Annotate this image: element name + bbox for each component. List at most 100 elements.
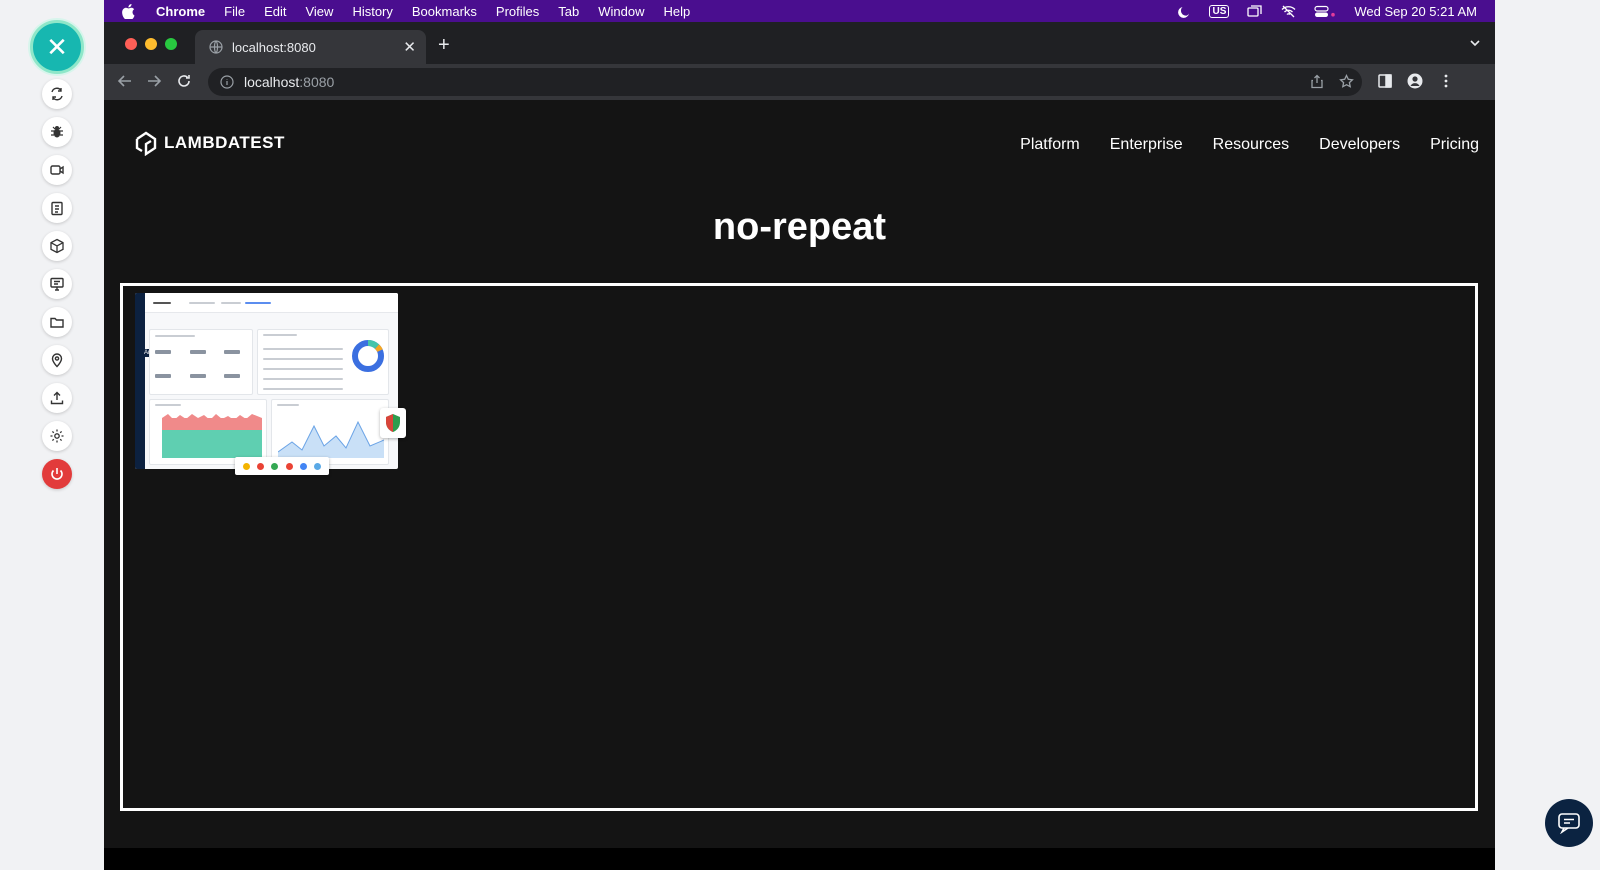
lambdatest-logo-icon	[135, 131, 157, 156]
control-center-icon[interactable]	[1314, 5, 1336, 18]
chat-widget-button[interactable]	[1545, 799, 1593, 847]
moon-icon[interactable]	[1178, 5, 1191, 18]
chevron-down-icon	[1470, 40, 1480, 47]
back-button[interactable]	[117, 73, 133, 94]
menu-app-name[interactable]: Chrome	[156, 4, 205, 19]
menubar-clock[interactable]: Wed Sep 20 5:21 AM	[1354, 4, 1477, 19]
bug-report-button[interactable]	[42, 117, 72, 147]
end-session-button[interactable]: ✕	[30, 20, 84, 74]
opera-browser-icon	[256, 462, 264, 470]
nav-platform[interactable]: Platform	[1020, 136, 1080, 154]
page-viewport: LAMBDATEST Platform Enterprise Resources…	[104, 100, 1495, 848]
folder-icon	[50, 317, 64, 328]
ie-browser-icon	[299, 462, 307, 470]
chrome-window: localhost:8080 ✕ + localhost:8080 LAMBD…	[104, 22, 1495, 870]
url-port: :8080	[299, 74, 335, 90]
arrow-left-icon	[117, 75, 131, 87]
side-panel-button[interactable]	[1377, 73, 1393, 94]
nav-developers[interactable]: Developers	[1319, 136, 1400, 154]
minimize-window-button[interactable]	[145, 38, 157, 50]
record-video-button[interactable]	[42, 155, 72, 185]
kebab-menu-icon	[1444, 74, 1448, 88]
cube-button[interactable]	[42, 231, 72, 261]
reload-icon	[178, 75, 190, 87]
geolocation-button[interactable]	[42, 345, 72, 375]
chrome-browser-icon	[242, 462, 250, 470]
clipboard-button[interactable]	[42, 193, 72, 223]
nav-pricing[interactable]: Pricing	[1430, 136, 1479, 154]
thumb-topbar	[145, 293, 398, 313]
tab-strip: localhost:8080 ✕ +	[104, 22, 1495, 64]
plus-icon: +	[438, 34, 450, 56]
menu-profiles[interactable]: Profiles	[496, 4, 539, 19]
safari-browser-icon	[314, 462, 322, 470]
shield-icon	[386, 414, 400, 432]
switch-session-button[interactable]	[42, 79, 72, 109]
profile-button[interactable]	[1407, 73, 1423, 94]
thumb-summary-card	[149, 329, 253, 395]
logo-text: LAMBDATEST	[164, 133, 285, 152]
clipboard-icon	[51, 201, 63, 216]
side-panel-icon	[1378, 74, 1392, 88]
window-controls	[125, 38, 177, 50]
power-icon	[51, 468, 63, 480]
menu-help[interactable]: Help	[664, 4, 691, 19]
menu-bookmarks[interactable]: Bookmarks	[412, 4, 477, 19]
screen-button[interactable]	[42, 269, 72, 299]
chat-icon	[1558, 813, 1580, 834]
tab-search-button[interactable]	[1469, 36, 1481, 54]
screen-mirroring-icon[interactable]	[1247, 4, 1263, 18]
video-icon	[50, 165, 64, 175]
site-nav: Platform Enterprise Resources Developers…	[1020, 136, 1479, 154]
nav-enterprise[interactable]: Enterprise	[1110, 136, 1183, 154]
power-button[interactable]	[42, 459, 72, 489]
thumb-sidebar	[135, 293, 145, 469]
menu-edit[interactable]: Edit	[264, 4, 286, 19]
arrow-right-icon	[148, 75, 162, 87]
maximize-window-button[interactable]	[165, 38, 177, 50]
background-demo-box: Analytics	[120, 283, 1478, 811]
star-icon[interactable]	[1339, 73, 1354, 92]
page-bottom-strip	[104, 848, 1495, 870]
tab-title: localhost:8080	[232, 39, 316, 55]
wifi-off-icon[interactable]	[1281, 5, 1296, 18]
bug-icon	[51, 126, 63, 138]
close-window-button[interactable]	[125, 38, 137, 50]
session-toolbar: ✕	[0, 0, 104, 870]
chrome-menu-button[interactable]	[1438, 73, 1454, 94]
upload-button[interactable]	[42, 383, 72, 413]
tab-localhost[interactable]: localhost:8080 ✕	[195, 30, 426, 64]
thumb-line-chart-card	[271, 399, 389, 465]
info-icon[interactable]	[220, 75, 234, 89]
cube-icon	[50, 238, 64, 254]
menu-file[interactable]: File	[224, 4, 245, 19]
reload-button[interactable]	[176, 73, 192, 94]
nav-resources[interactable]: Resources	[1213, 136, 1289, 154]
files-button[interactable]	[42, 307, 72, 337]
browser-toolbar: localhost:8080	[104, 64, 1495, 100]
page-title: no-repeat	[712, 206, 887, 248]
apple-icon[interactable]	[122, 3, 142, 19]
forward-button[interactable]	[146, 73, 162, 94]
menu-tab[interactable]: Tab	[558, 4, 579, 19]
menu-window[interactable]: Window	[598, 4, 644, 19]
firefox-browser-icon	[285, 462, 293, 470]
settings-button[interactable]	[42, 421, 72, 451]
location-pin-icon	[51, 353, 63, 368]
monitor-icon	[50, 277, 64, 291]
input-source-badge[interactable]: US	[1209, 4, 1230, 18]
thumb-bar-chart-card	[149, 399, 267, 465]
site-header: LAMBDATEST Platform Enterprise Resources…	[104, 100, 1495, 190]
menu-view[interactable]: View	[305, 4, 333, 19]
shield-badge	[380, 408, 406, 438]
globe-icon	[209, 40, 223, 54]
upload-icon	[50, 391, 64, 405]
tab-close-icon[interactable]: ✕	[403, 38, 416, 56]
address-bar[interactable]: localhost:8080	[208, 68, 1362, 96]
lambdatest-logo[interactable]: LAMBDATEST	[134, 130, 285, 156]
menu-history[interactable]: History	[352, 4, 392, 19]
share-icon[interactable]	[1310, 74, 1324, 92]
dashboard-background-image: Analytics	[135, 293, 398, 469]
new-tab-button[interactable]: +	[438, 34, 450, 57]
profile-icon	[1407, 73, 1423, 89]
